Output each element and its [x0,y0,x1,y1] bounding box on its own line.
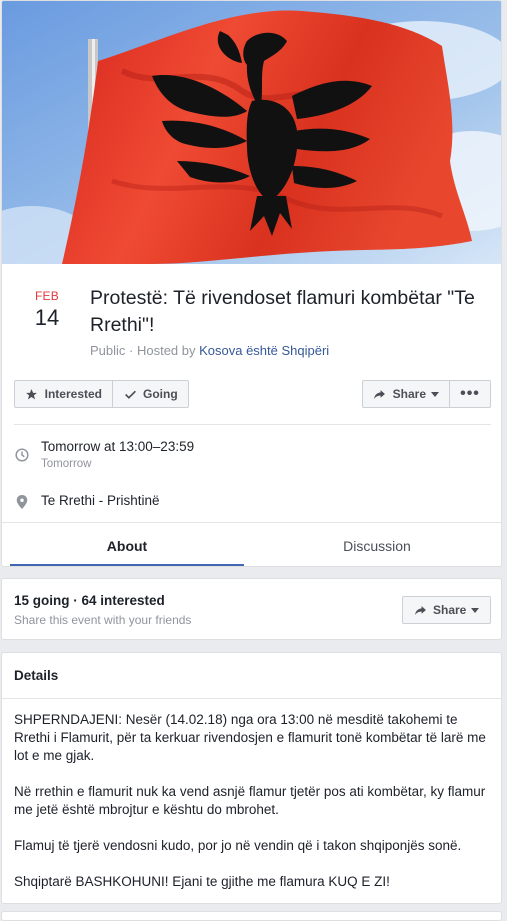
pin-icon [14,494,30,510]
share-label: Share [392,387,426,401]
chevron-down-icon [471,607,480,613]
details-paragraph: Shqiptarë BASHKOHUNI! Ejani te gjithe me… [14,874,390,889]
share-prompt: Share this event with your friends [14,613,192,627]
divider [14,424,491,425]
going-button[interactable]: Going [112,380,189,408]
event-header-card: FEB 14 Protestë: Të rivendoset flamuri k… [1,0,502,567]
details-heading: Details [2,653,501,699]
star-icon [25,387,39,401]
attendance-card: 15 going · 64 interested Share this even… [1,578,502,640]
tab-discussion[interactable]: Discussion [252,523,501,566]
share-button[interactable]: Share [362,380,450,408]
share-event-button[interactable]: Share [402,596,491,624]
check-icon [123,387,137,401]
share-arrow-icon [373,387,387,401]
tab-about[interactable]: About [2,523,252,566]
event-title: Protestë: Të rivendoset flamuri kombëtar… [90,287,475,336]
share-label: Share [433,603,467,617]
event-day: 14 [34,305,60,330]
privacy-label: Public · Hosted by [90,343,200,358]
event-month: FEB [35,289,59,303]
event-time: Tomorrow at 13:00–23:59 [41,439,195,454]
next-card [1,911,502,921]
details-paragraph: Flamuj të tjerë vendosni kudo, por jo në… [14,838,462,853]
cover-photo[interactable] [2,1,501,264]
host-link[interactable]: Kosova është Shqipëri [199,343,329,358]
details-card: Details SHPERNDAJENI: Nesër (14.02.18) n… [1,652,502,904]
interested-label: Interested [44,387,102,401]
attendance-summary[interactable]: 15 going · 64 interested [14,593,165,608]
event-date: FEB 14 [18,289,76,331]
event-time-row[interactable]: Tomorrow at 13:00–23:59 Tomorrow [14,439,491,475]
event-privacy-host: Public · Hosted by Kosova është Shqipëri [90,343,329,358]
details-body: SHPERNDAJENI: Nesër (14.02.18) nga ora 1… [14,711,492,909]
details-paragraph: SHPERNDAJENI: Nesër (14.02.18) nga ora 1… [14,712,486,763]
albanian-flag-image [2,1,501,264]
going-label: Going [143,387,178,401]
chevron-down-icon [431,391,439,397]
event-location: Te Rrethi - Prishtinë [41,493,160,508]
event-tabs: About Discussion [2,522,501,566]
details-paragraph: Në rrethin e flamurit nuk ka vend asnjë … [14,784,486,817]
clock-icon [14,447,30,463]
event-time-sub: Tomorrow [41,458,92,470]
more-options-button[interactable]: ••• [449,380,491,408]
share-arrow-icon [413,603,427,617]
interested-button[interactable]: Interested [14,380,113,408]
event-location-row[interactable]: Te Rrethi - Prishtinë [14,493,491,513]
